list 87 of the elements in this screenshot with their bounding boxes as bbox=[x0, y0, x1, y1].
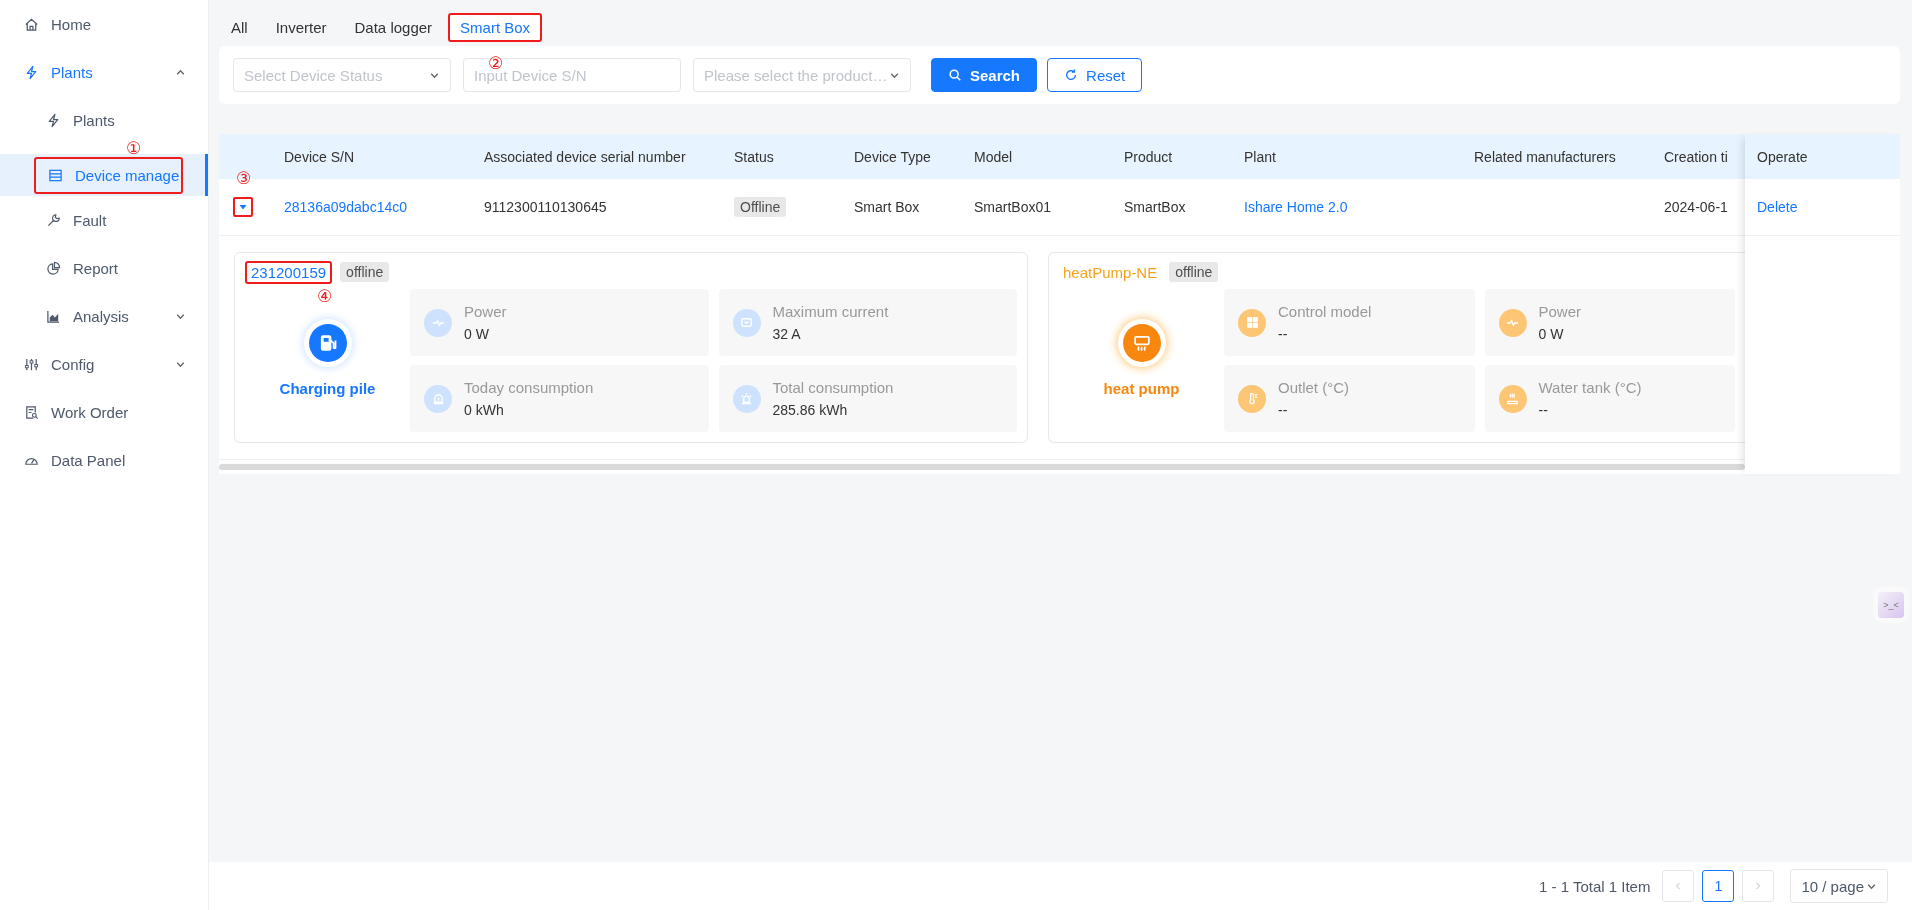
metric-icon bbox=[1238, 308, 1266, 337]
delete-link[interactable]: Delete bbox=[1757, 199, 1798, 215]
callout-number: ④ bbox=[317, 287, 333, 305]
metric-label: Water tank (°C) bbox=[1538, 379, 1642, 396]
previous-page-button[interactable] bbox=[1662, 870, 1695, 902]
pie-chart-icon bbox=[46, 260, 61, 276]
metric-icon bbox=[732, 308, 761, 337]
column-header: Device S/N bbox=[284, 148, 355, 165]
tab[interactable]: Smart Box bbox=[448, 13, 543, 42]
sidebar-item[interactable]: Device manage bbox=[0, 154, 208, 196]
metric-icon bbox=[424, 308, 452, 337]
sidebar-item[interactable]: Analysis bbox=[0, 292, 208, 340]
sidebar-item[interactable]: Data Panel bbox=[0, 436, 208, 484]
wrench-icon bbox=[46, 212, 61, 228]
metric-label: Total consumption bbox=[772, 379, 894, 396]
metric-value: 32 A bbox=[772, 326, 802, 342]
metric-value: -- bbox=[1538, 402, 1549, 418]
table-cell: SmartBox01 bbox=[974, 199, 1052, 215]
metric-value: 0 kWh bbox=[464, 402, 505, 418]
table-link[interactable]: 28136a09dabc14c0 bbox=[284, 199, 407, 215]
scrollbar-thumb[interactable] bbox=[219, 464, 1745, 470]
status-tag: offline bbox=[340, 262, 390, 282]
callout-number: ③ bbox=[236, 170, 252, 187]
tab[interactable]: Data logger bbox=[342, 9, 445, 46]
column-header: Model bbox=[974, 148, 1013, 165]
expand-toggle[interactable] bbox=[233, 197, 253, 217]
table-cell: 2024-06-1 bbox=[1664, 199, 1728, 215]
metric-value: 0 W bbox=[464, 326, 490, 342]
metric-value: 0 W bbox=[1538, 326, 1565, 342]
reload-icon bbox=[1064, 68, 1079, 82]
metric-icon bbox=[1498, 384, 1527, 413]
table-cell: SmartBox bbox=[1124, 199, 1186, 215]
column-header: Device Type bbox=[854, 148, 931, 165]
reset-button[interactable]: Reset bbox=[1047, 58, 1143, 92]
column-header: Operate bbox=[1757, 148, 1808, 165]
lightning-icon bbox=[46, 112, 61, 128]
column-header: Status bbox=[734, 148, 774, 165]
list-icon bbox=[48, 167, 63, 183]
table-link[interactable]: Ishare Home 2.0 bbox=[1244, 199, 1348, 215]
table-cell: Smart Box bbox=[854, 199, 920, 215]
sliders-icon bbox=[24, 356, 39, 372]
column-header: Associated device serial number bbox=[484, 148, 686, 165]
device-id[interactable]: 231200159 bbox=[245, 260, 333, 284]
metric-label: Power bbox=[464, 303, 507, 320]
metric-icon bbox=[1238, 384, 1266, 413]
metric-icon bbox=[732, 384, 761, 413]
document-search-icon bbox=[24, 404, 39, 420]
column-header: Plant bbox=[1244, 148, 1276, 165]
status-tag: offline bbox=[1169, 262, 1219, 282]
metric-value: 285.86 kWh bbox=[772, 402, 849, 418]
metric-label: Outlet (°C) bbox=[1278, 379, 1349, 396]
page-size-select[interactable]: 10 / page bbox=[1790, 869, 1888, 903]
search-icon bbox=[948, 68, 962, 82]
callout-number: ② bbox=[488, 55, 504, 72]
metric-icon bbox=[424, 384, 452, 413]
sidebar-item[interactable]: Config bbox=[0, 340, 208, 388]
column-header: Related manufacturers bbox=[1474, 148, 1616, 165]
column-header: Product bbox=[1124, 148, 1173, 165]
sidebar-item[interactable]: Home bbox=[0, 0, 208, 48]
sidebar-item[interactable]: Work Order bbox=[0, 388, 208, 436]
next-page-button[interactable] bbox=[1742, 870, 1775, 902]
metric-label: Today consumption bbox=[464, 379, 594, 396]
area-chart-icon bbox=[46, 308, 61, 324]
home-icon bbox=[24, 16, 39, 32]
tab[interactable]: Inverter bbox=[263, 9, 339, 46]
sidebar-item[interactable]: Plants bbox=[0, 48, 208, 96]
caret-icon bbox=[238, 202, 248, 212]
sidebar-item[interactable]: Fault bbox=[0, 196, 208, 244]
device-type-label: Charging pile bbox=[279, 380, 376, 397]
metric-icon bbox=[1498, 308, 1527, 337]
page-button[interactable]: 1 bbox=[1702, 870, 1735, 902]
device-type-label: heat pump bbox=[1103, 380, 1180, 397]
status-tag: Offline bbox=[734, 197, 787, 217]
metric-value: -- bbox=[1278, 326, 1289, 342]
table-cell: 9112300110130645 bbox=[484, 199, 607, 215]
metric-value: -- bbox=[1278, 402, 1289, 418]
sidebar-item[interactable]: Report bbox=[0, 244, 208, 292]
callout-box: Device manage bbox=[34, 156, 183, 194]
metric-label: Maximum current bbox=[772, 303, 889, 320]
pagination-summary: 1 - 1 Total 1 Item bbox=[1539, 877, 1651, 895]
tab[interactable]: All bbox=[219, 9, 260, 46]
metric-label: Control model bbox=[1278, 303, 1372, 320]
metric-label: Power bbox=[1538, 303, 1582, 320]
column-header: Creation ti bbox=[1664, 148, 1728, 165]
callout-number: ① bbox=[126, 140, 142, 157]
lightning-icon bbox=[24, 64, 39, 80]
search-button[interactable]: Search bbox=[931, 58, 1038, 92]
